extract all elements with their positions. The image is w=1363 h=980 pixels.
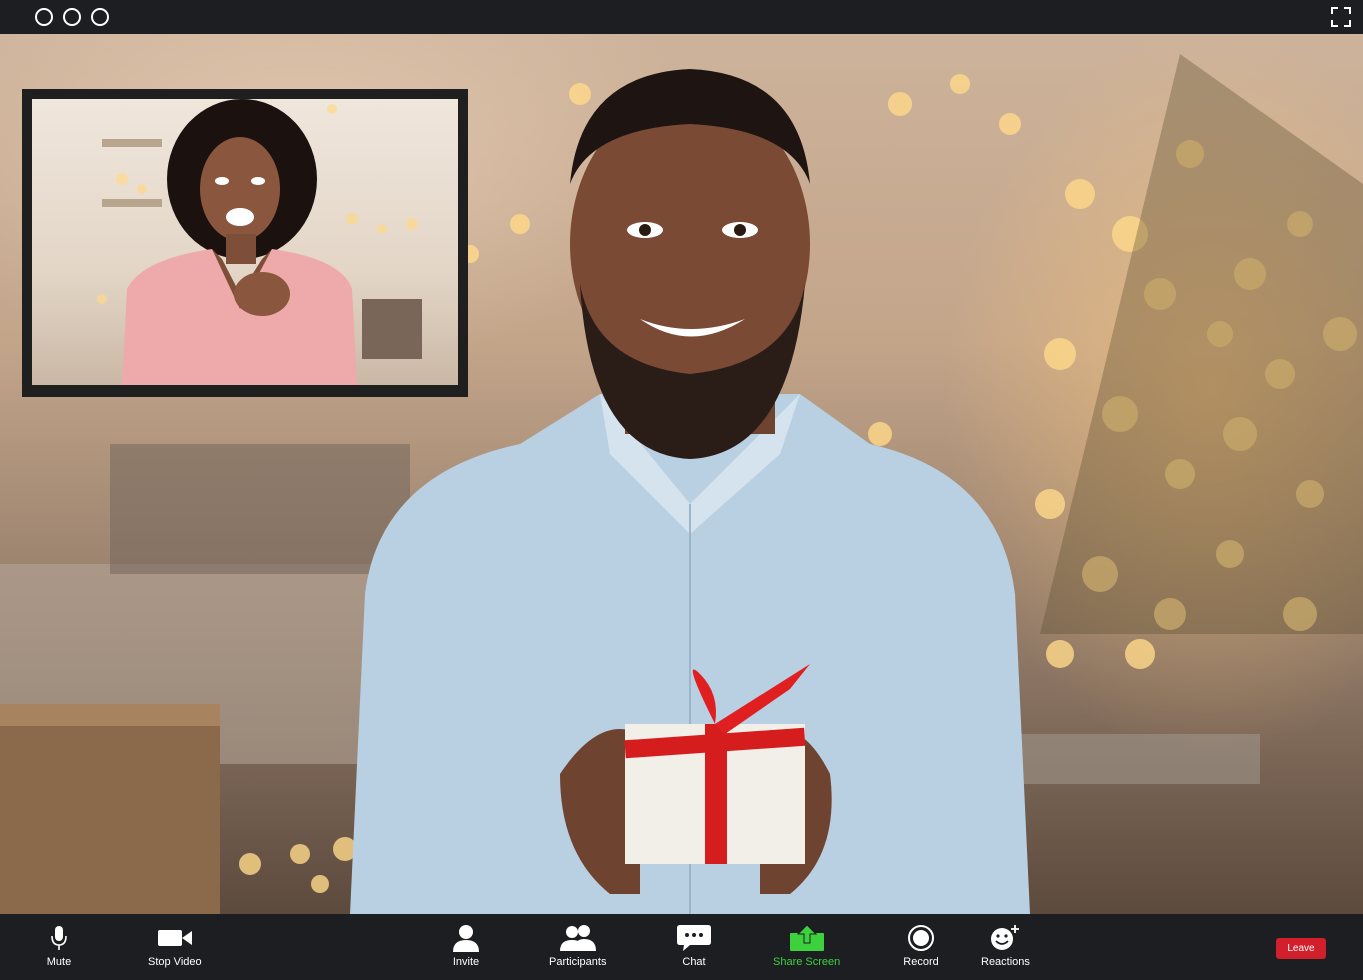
share-screen-label: Share Screen (773, 956, 841, 968)
window-control-dot[interactable] (35, 8, 53, 26)
chat-bubble-icon (677, 925, 711, 951)
mute-label: Mute (46, 956, 72, 968)
chat-label: Chat (682, 956, 706, 968)
video-call-window: Mute Stop Video Invite Participants Chat… (0, 0, 1363, 980)
meeting-toolbar: Mute Stop Video Invite Participants Chat… (0, 914, 1363, 980)
participant-video-feed (32, 99, 458, 385)
record-button[interactable]: Record (901, 922, 941, 968)
leave-button[interactable]: Leave (1276, 938, 1326, 959)
smiley-add-icon (991, 925, 1020, 950)
microphone-icon (51, 926, 67, 950)
mute-button[interactable]: Mute (39, 922, 79, 968)
reactions-label: Reactions (981, 956, 1030, 968)
stop-video-button[interactable]: Stop Video (148, 922, 202, 968)
self-view-thumbnail[interactable] (22, 89, 468, 397)
top-bar (0, 0, 1363, 34)
reactions-button[interactable]: Reactions (981, 922, 1030, 968)
participants-label: Participants (549, 956, 607, 968)
record-label: Record (903, 956, 939, 968)
chat-button[interactable]: Chat (674, 922, 714, 968)
share-screen-button[interactable]: Share Screen (773, 922, 840, 968)
stop-video-label: Stop Video (148, 956, 202, 968)
invite-button[interactable]: Invite (446, 922, 486, 968)
video-camera-icon (157, 930, 192, 946)
users-icon (559, 925, 596, 951)
participant-image (97, 99, 422, 385)
participants-button[interactable]: Participants (549, 922, 606, 968)
window-control-dot[interactable] (63, 8, 81, 26)
fullscreen-icon[interactable] (1331, 7, 1351, 27)
record-icon (908, 925, 934, 951)
window-control-dot[interactable] (91, 8, 109, 26)
share-screen-icon (789, 924, 824, 951)
user-icon (453, 925, 479, 952)
invite-label: Invite (452, 956, 480, 968)
